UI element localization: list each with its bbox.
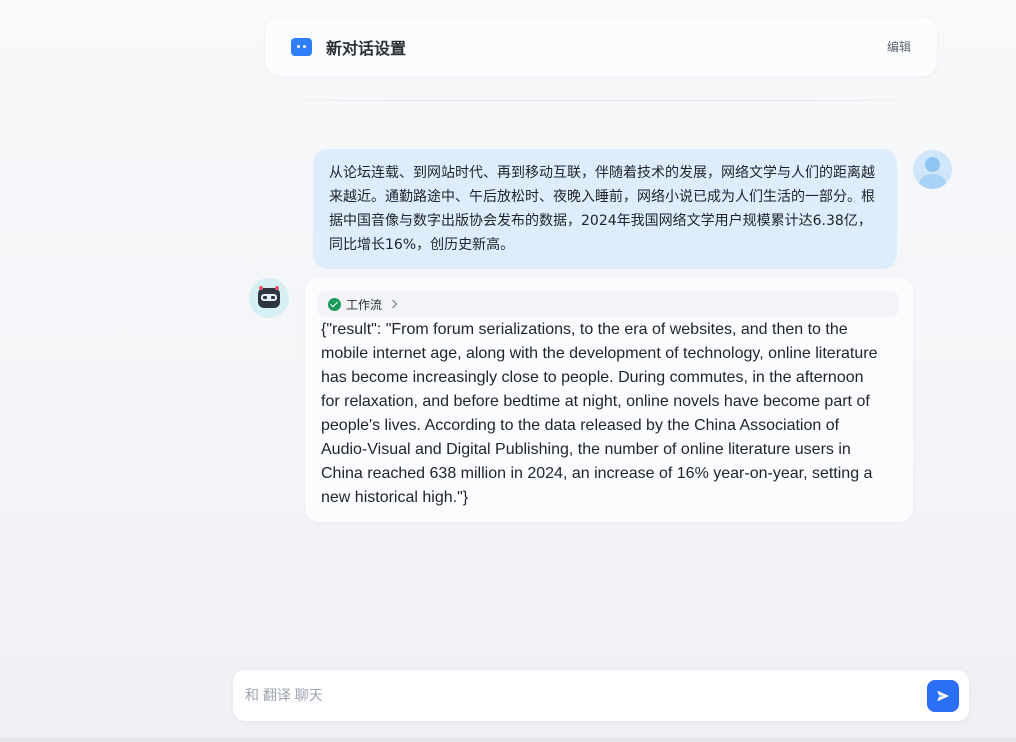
- message-composer: [233, 670, 969, 721]
- send-button[interactable]: [927, 680, 959, 712]
- edit-button[interactable]: 编辑: [887, 38, 911, 55]
- user-avatar: [913, 150, 952, 189]
- chat-page: 新对话设置 编辑 从论坛连载、到网站时代、再到移动互联，伴随着技术的发展，网络文…: [0, 0, 1016, 742]
- chat-input[interactable]: [245, 680, 915, 710]
- chat-bot-icon: [291, 37, 312, 56]
- chevron-right-icon: [388, 299, 398, 309]
- divider: [255, 100, 945, 101]
- conversation-header: 新对话设置 编辑: [265, 17, 937, 76]
- bot-message-text: {"result": "From forum serializations, t…: [321, 321, 878, 506]
- bot-avatar: [249, 278, 289, 318]
- page-title: 新对话设置: [326, 38, 407, 58]
- send-icon: [937, 690, 949, 702]
- check-circle-icon: [328, 297, 341, 311]
- user-message: 从论坛连载、到网站时代、再到移动互联，伴随着技术的发展，网络文学与人们的距离越来…: [313, 149, 897, 269]
- workflow-label: 工作流: [346, 297, 383, 312]
- workflow-toggle[interactable]: 工作流: [317, 291, 899, 317]
- bottom-edge: [0, 738, 1016, 742]
- bot-message: 工作流 {"result": "From forum serialization…: [305, 277, 913, 522]
